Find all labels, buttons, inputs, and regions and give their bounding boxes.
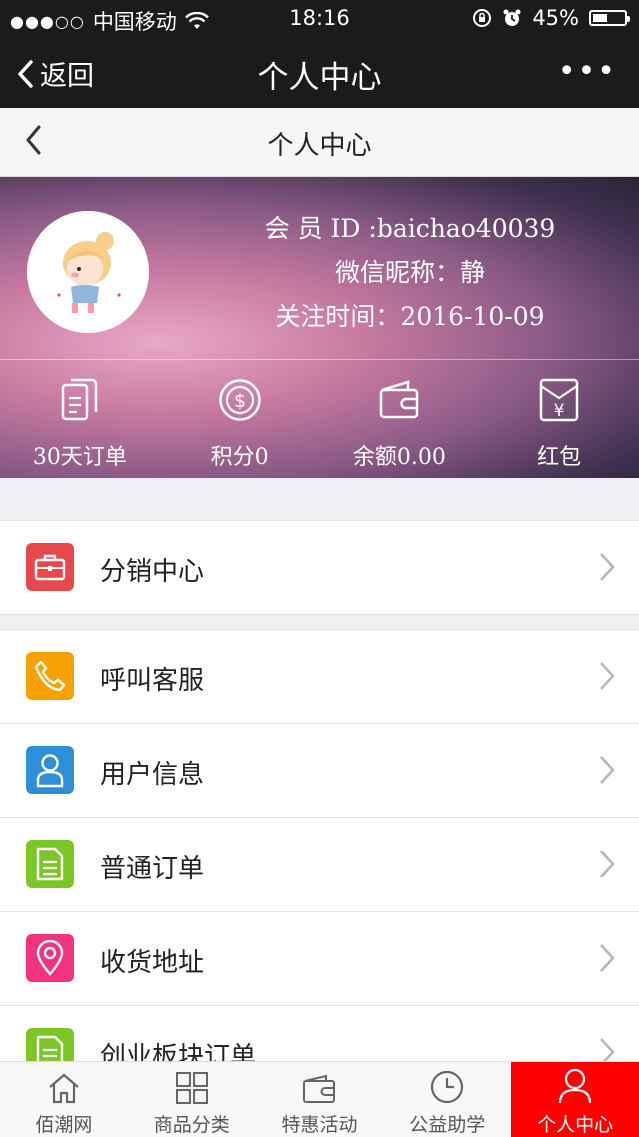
menu-item-distribution[interactable]: 分销中心 [0, 521, 639, 615]
chevron-right-icon [600, 553, 615, 581]
profile-header: 会 员 ID :baichao40039 微信昵称：静 关注时间：2016-10… [0, 177, 639, 478]
stats-row: 30天订单 $ 积分0 余额0.00 ¥ 红包 [0, 377, 639, 471]
avatar-illustration [27, 211, 149, 333]
chevron-right-icon [600, 944, 615, 972]
stat-label: 红包 [537, 445, 582, 470]
chevron-right-icon [600, 850, 615, 878]
tab-home[interactable]: 佰潮网 [0, 1062, 128, 1137]
tab-categories[interactable]: 商品分类 [128, 1062, 256, 1137]
yen-envelope-icon: ¥ [539, 378, 579, 422]
alarm-icon [503, 9, 521, 26]
svg-text:¥: ¥ [554, 401, 565, 421]
menu-item-normal-orders[interactable]: 普通订单 [0, 818, 639, 912]
user-icon [26, 746, 74, 794]
svg-text:$: $ [234, 390, 246, 412]
stat-balance[interactable]: 余额0.00 [320, 377, 480, 471]
top-navbar: 返回 个人中心 ••• [0, 36, 639, 108]
stat-points[interactable]: $ 积分0 [160, 377, 320, 471]
clock-icon [431, 1070, 464, 1104]
chevron-right-icon [600, 756, 615, 784]
wallet-icon [303, 1074, 336, 1103]
menu-label: 收货地址 [100, 948, 205, 978]
nickname: 微信昵称：静 [334, 258, 485, 287]
stat-redpacket[interactable]: ¥ 红包 [479, 377, 639, 471]
status-bar: ●●●○○ 中国移动 18:16 45% [0, 0, 639, 36]
rotation-lock-icon [473, 9, 492, 27]
avatar[interactable] [27, 211, 149, 333]
menu-label: 用户信息 [100, 760, 205, 790]
menu-item-shipping-address[interactable]: 收货地址 [0, 912, 639, 1006]
more-button[interactable]: ••• [558, 54, 617, 89]
stat-orders[interactable]: 30天订单 [0, 377, 160, 471]
profile-info: 会 员 ID :baichao40039 微信昵称：静 关注时间：2016-10… [200, 207, 620, 339]
stat-label: 积分0 [210, 445, 269, 470]
stat-label: 余额0.00 [352, 445, 446, 470]
member-id: 会 员 ID :baichao40039 [264, 214, 556, 243]
battery-percent: 45% [532, 6, 579, 30]
sub-title: 个人中心 [267, 131, 372, 161]
briefcase-icon [26, 543, 74, 591]
tab-promotions[interactable]: 特惠活动 [256, 1062, 384, 1137]
battery-icon [589, 10, 630, 26]
wallet-icon [380, 380, 419, 419]
menu-group-distribution: 分销中心 [0, 520, 639, 615]
home-icon [49, 1073, 79, 1104]
tab-profile[interactable]: 个人中心 [511, 1062, 639, 1137]
chevron-right-icon [600, 662, 615, 690]
menu-item-user-info[interactable]: 用户信息 [0, 724, 639, 818]
stat-label: 30天订单 [32, 445, 127, 470]
menu-label: 呼叫客服 [100, 666, 205, 696]
page-title: 个人中心 [257, 60, 382, 96]
tab-charity[interactable]: 公益助学 [383, 1062, 511, 1137]
menu-label: 普通订单 [100, 854, 205, 884]
menu-label: 分销中心 [100, 557, 205, 587]
tab-label: 商品分类 [153, 1114, 230, 1136]
dollar-coin-icon: $ [218, 379, 261, 421]
grid-icon [175, 1072, 208, 1104]
tab-label: 个人中心 [537, 1114, 614, 1136]
phone-icon [26, 652, 74, 700]
document-icon [61, 378, 98, 421]
menu-group-main: 呼叫客服 用户信息 普通订单 收货地址 创业板块订单 [0, 629, 639, 1100]
follow-time: 关注时间：2016-10-09 [275, 302, 545, 331]
tab-label: 特惠活动 [281, 1114, 358, 1136]
bottom-tab-bar: 佰潮网 商品分类 特惠活动 公益助学 个人中心 [0, 1061, 639, 1137]
tab-label: 公益助学 [409, 1114, 486, 1136]
sub-navbar: 个人中心 [0, 108, 639, 177]
menu-item-customer-service[interactable]: 呼叫客服 [0, 630, 639, 724]
tab-label: 佰潮网 [35, 1114, 93, 1136]
person-icon [558, 1068, 592, 1104]
profile-divider [0, 359, 639, 360]
order-icon [26, 840, 74, 888]
location-pin-icon [26, 934, 74, 982]
